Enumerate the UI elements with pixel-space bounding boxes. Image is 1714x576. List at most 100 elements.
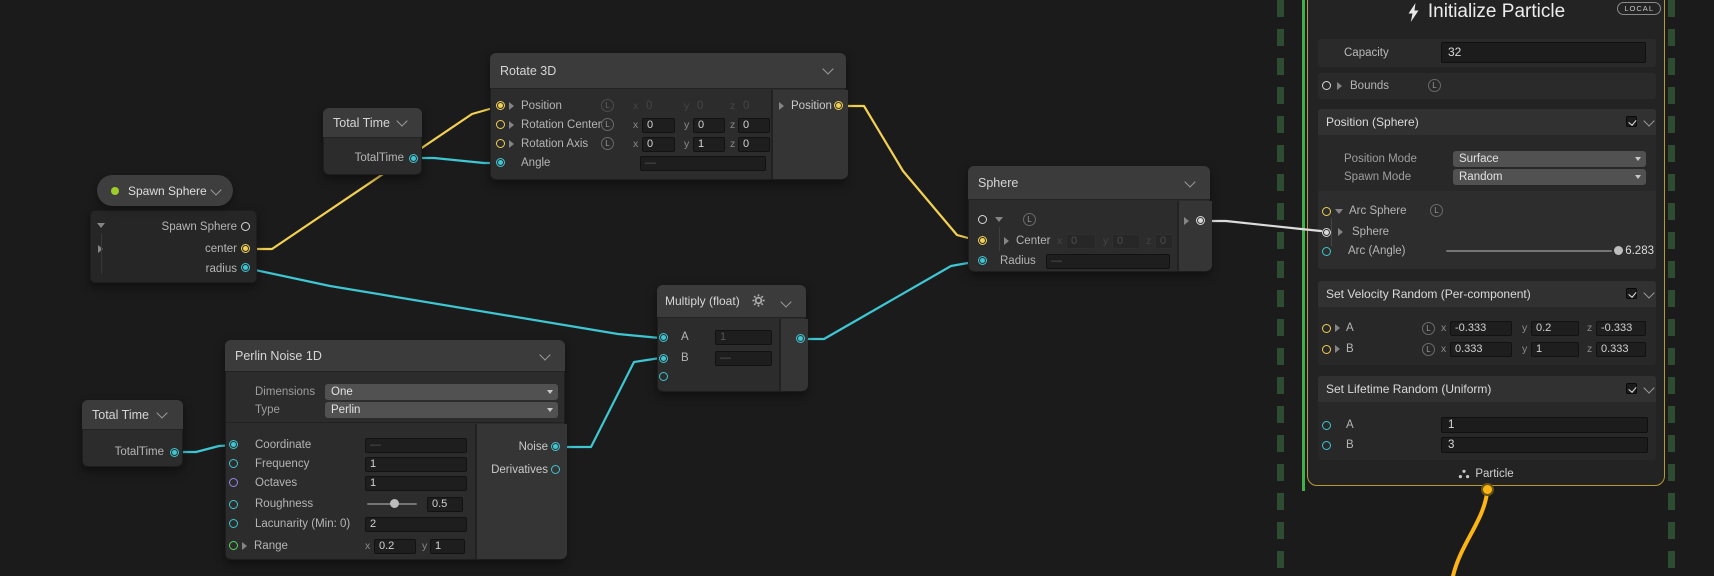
particle-flow-anchor[interactable] bbox=[1481, 483, 1494, 496]
velocity-b-x-field[interactable]: 0.333 bbox=[1450, 342, 1512, 357]
roughness-field[interactable]: 0.5 bbox=[427, 497, 463, 512]
spawn-mode-dropdown[interactable]: Random bbox=[1453, 169, 1646, 185]
arc-angle-slider-track[interactable] bbox=[1446, 250, 1612, 252]
multiply-b-field[interactable]: — bbox=[715, 351, 772, 366]
sphere-radius-input-port[interactable] bbox=[978, 256, 987, 265]
coordinate-input-port[interactable] bbox=[229, 440, 238, 449]
type-dropdown[interactable]: Perlin bbox=[325, 402, 558, 418]
sphere-output-port[interactable] bbox=[1196, 216, 1205, 225]
rotation-axis-z-field[interactable]: 0 bbox=[738, 137, 770, 152]
range-expander-icon[interactable] bbox=[242, 542, 247, 550]
multiply-b-input-port[interactable] bbox=[659, 354, 668, 363]
arc-sphere-l-badge[interactable]: L bbox=[1430, 204, 1443, 217]
capacity-field[interactable]: 32 bbox=[1441, 42, 1646, 63]
velocity-a-x-field[interactable]: -0.333 bbox=[1450, 321, 1512, 336]
position-expander-icon[interactable] bbox=[509, 102, 514, 110]
totaltime-output-port[interactable] bbox=[170, 448, 179, 457]
spawn-sphere-output-port[interactable] bbox=[241, 222, 250, 231]
coordinate-field[interactable]: — bbox=[365, 438, 467, 453]
rotation-axis-l-badge[interactable]: L bbox=[601, 137, 614, 150]
arc-angle-value[interactable]: 6.283 bbox=[1620, 243, 1654, 259]
axis-z-label: z bbox=[730, 136, 735, 152]
velocity-a-expander-icon[interactable] bbox=[1335, 324, 1340, 332]
velocity-b-input-port[interactable] bbox=[1322, 345, 1331, 354]
lifetime-a-input-port[interactable] bbox=[1322, 421, 1331, 430]
sphere-center-input-port[interactable] bbox=[978, 236, 987, 245]
bounds-input-port[interactable] bbox=[1322, 81, 1331, 90]
lifetime-b-input-port[interactable] bbox=[1322, 441, 1331, 450]
position-mode-dropdown[interactable]: Surface bbox=[1453, 151, 1646, 167]
sphere-center-expander-icon[interactable] bbox=[1004, 237, 1009, 245]
velocity-b-z-field[interactable]: 0.333 bbox=[1596, 342, 1646, 357]
totaltime-output-port[interactable] bbox=[409, 154, 418, 163]
velocity-a-y-field[interactable]: 0.2 bbox=[1531, 321, 1579, 336]
range-input-port[interactable] bbox=[229, 541, 238, 550]
axis-z-label: z bbox=[730, 98, 735, 114]
gear-icon[interactable] bbox=[752, 294, 765, 307]
set-velocity-enabled-checkbox[interactable] bbox=[1626, 288, 1637, 299]
lacunarity-field[interactable]: 2 bbox=[365, 517, 467, 532]
multiply-output-port[interactable] bbox=[796, 334, 805, 343]
octaves-input-port[interactable] bbox=[229, 478, 238, 487]
frequency-input-port[interactable] bbox=[229, 459, 238, 468]
rotation-center-z-field[interactable]: 0 bbox=[738, 118, 770, 133]
multiply-a-field[interactable]: 1 bbox=[715, 330, 772, 345]
position-output-expander-icon[interactable] bbox=[779, 102, 784, 110]
spawn-sphere-expander-icon[interactable] bbox=[97, 223, 105, 228]
range-x-field[interactable]: 0.2 bbox=[374, 539, 416, 554]
angle-field[interactable]: — bbox=[640, 156, 766, 171]
derivatives-output-port[interactable] bbox=[551, 465, 560, 474]
velocity-a-z-field[interactable]: -0.333 bbox=[1596, 321, 1646, 336]
frequency-field[interactable]: 1 bbox=[365, 457, 467, 472]
sphere-root-expander-icon[interactable] bbox=[995, 217, 1003, 222]
sphere-l-badge[interactable]: L bbox=[1023, 213, 1036, 226]
velocity-b-expander-icon[interactable] bbox=[1335, 345, 1340, 353]
sphere-block-input-port[interactable] bbox=[1322, 228, 1331, 237]
radius-output-port[interactable] bbox=[241, 263, 250, 272]
velocity-a-l-badge[interactable]: L bbox=[1422, 322, 1435, 335]
bounds-expander-icon[interactable] bbox=[1337, 82, 1342, 90]
lifetime-a-field[interactable]: 1 bbox=[1441, 417, 1648, 433]
position-output-port[interactable] bbox=[834, 101, 843, 110]
angle-input-port[interactable] bbox=[496, 158, 505, 167]
velocity-b-l-badge[interactable]: L bbox=[1422, 343, 1435, 356]
arc-sphere-input-port[interactable] bbox=[1322, 207, 1331, 216]
position-sphere-enabled-checkbox[interactable] bbox=[1626, 116, 1637, 127]
set-lifetime-enabled-checkbox[interactable] bbox=[1626, 383, 1637, 394]
rotation-center-input-port[interactable] bbox=[496, 120, 505, 129]
range-y-field[interactable]: 1 bbox=[430, 539, 465, 554]
roughness-slider-handle[interactable] bbox=[390, 499, 399, 508]
multiply-a-input-port[interactable] bbox=[659, 333, 668, 342]
dimensions-dropdown[interactable]: One bbox=[325, 384, 558, 400]
rotation-axis-x-field[interactable]: 0 bbox=[642, 137, 675, 152]
arc-sphere-expander-icon[interactable] bbox=[1335, 209, 1343, 214]
velocity-a-input-port[interactable] bbox=[1322, 324, 1331, 333]
rotation-center-expander-icon[interactable] bbox=[509, 121, 514, 129]
rotation-center-l-badge[interactable]: L bbox=[601, 118, 614, 131]
sphere-radius-field[interactable]: — bbox=[1046, 254, 1170, 269]
vfx-graph-canvas[interactable]: Initialize Particle LOCAL Capacity 32 Bo… bbox=[0, 0, 1714, 576]
sphere-output-expander-icon[interactable] bbox=[1184, 217, 1189, 225]
center-output-port[interactable] bbox=[241, 244, 250, 253]
roughness-input-port[interactable] bbox=[229, 500, 238, 509]
radius-output-label: radius bbox=[138, 261, 237, 277]
rotation-axis-input-port[interactable] bbox=[496, 139, 505, 148]
rotation-center-x-field[interactable]: 0 bbox=[642, 118, 675, 133]
bounds-l-badge[interactable]: L bbox=[1428, 79, 1441, 92]
initialize-particle-context[interactable]: Initialize Particle LOCAL Capacity 32 Bo… bbox=[1307, 0, 1665, 486]
octaves-field[interactable]: 1 bbox=[365, 476, 467, 491]
sphere-block-expander-icon[interactable] bbox=[1338, 228, 1343, 236]
multiply-extra-input-port[interactable] bbox=[659, 372, 668, 381]
sphere-center-y-field: 0 bbox=[1112, 234, 1140, 249]
lifetime-b-field[interactable]: 3 bbox=[1441, 437, 1648, 453]
arc-angle-input-port[interactable] bbox=[1322, 247, 1331, 256]
rotation-center-y-field[interactable]: 0 bbox=[693, 118, 725, 133]
sphere-root-input-port[interactable] bbox=[978, 215, 987, 224]
rotation-axis-expander-icon[interactable] bbox=[509, 140, 514, 148]
noise-output-port[interactable] bbox=[551, 442, 560, 451]
position-l-badge[interactable]: L bbox=[601, 99, 614, 112]
position-input-port[interactable] bbox=[496, 101, 505, 110]
lacunarity-input-port[interactable] bbox=[229, 519, 238, 528]
velocity-b-y-field[interactable]: 1 bbox=[1531, 342, 1579, 357]
rotation-axis-y-field[interactable]: 1 bbox=[693, 137, 725, 152]
